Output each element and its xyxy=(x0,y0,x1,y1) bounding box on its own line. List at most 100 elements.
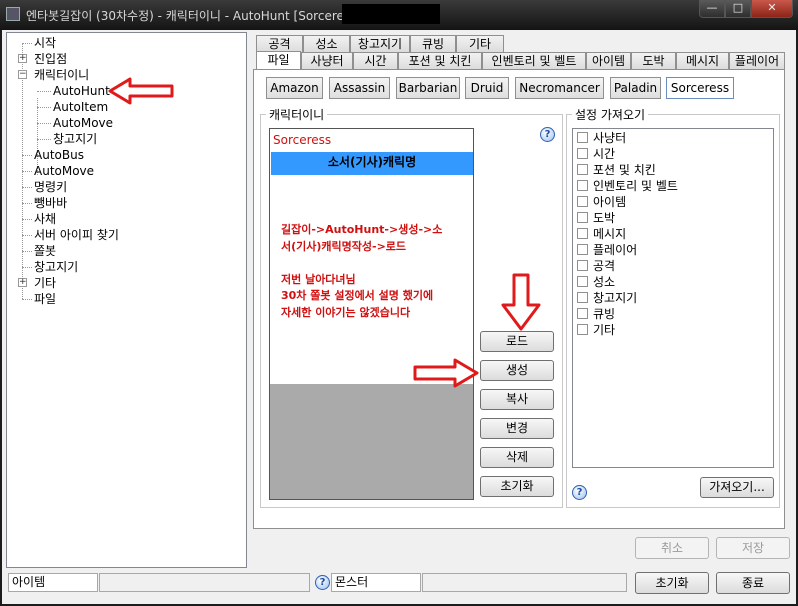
help-icon[interactable]: ? xyxy=(540,127,555,142)
copy-button[interactable]: 복사 xyxy=(480,389,554,410)
setting-option[interactable]: 성소 xyxy=(577,274,615,290)
tree-item-stash-keeper[interactable]: 창고지기 xyxy=(53,132,97,147)
tree-item-autobus[interactable]: AutoBus xyxy=(34,148,84,163)
checkbox[interactable] xyxy=(577,228,588,239)
tree-item-automove-root[interactable]: AutoMove xyxy=(34,164,94,179)
tree-item-follower-bot[interactable]: 쫄봇 xyxy=(34,244,56,259)
setting-option[interactable]: 메시지 xyxy=(577,226,626,242)
setting-option[interactable]: 인벤토리 및 벨트 xyxy=(577,178,678,194)
reset-button[interactable]: 초기화 xyxy=(635,572,709,594)
checkbox[interactable] xyxy=(577,148,588,159)
minimize-button[interactable]: — xyxy=(699,0,725,18)
checkbox[interactable] xyxy=(577,132,588,143)
subtab-druid[interactable]: Druid xyxy=(465,77,509,99)
tab-etc[interactable]: 기타 xyxy=(456,35,504,52)
subtab-sorceress[interactable]: Sorceress xyxy=(666,77,734,99)
expand-toggle-icon[interactable]: + xyxy=(18,278,27,287)
checkbox[interactable] xyxy=(577,324,588,335)
checkbox[interactable] xyxy=(577,308,588,319)
import-button[interactable]: 가져오기... xyxy=(700,477,774,498)
tab-hunting-ground[interactable]: 사냥터 xyxy=(301,52,353,69)
annotation-note-line: 길잡이->AutoHunt->생성->소 xyxy=(281,223,443,236)
setting-option[interactable]: 사냥터 xyxy=(577,130,626,146)
checkbox-label: 시간 xyxy=(593,147,616,161)
setting-option[interactable]: 아이템 xyxy=(577,194,626,210)
setting-option[interactable]: 도박 xyxy=(577,210,615,226)
tree-item-autohunt[interactable]: AutoHunt xyxy=(53,84,110,99)
subtab-amazon[interactable]: Amazon xyxy=(266,77,323,99)
checkbox[interactable] xyxy=(577,244,588,255)
tab-player[interactable]: 플레이어 xyxy=(729,52,785,69)
setting-option[interactable]: 포션 및 치킨 xyxy=(577,162,656,178)
reset-ini-button[interactable]: 초기화 xyxy=(480,476,554,497)
nav-tree[interactable]: + − + 시작 진입점 캐릭터이니 AutoHunt AutoItem Aut… xyxy=(6,32,247,568)
rename-button[interactable]: 변경 xyxy=(480,418,554,439)
tree-item-baal-run[interactable]: 뺑바바 xyxy=(34,196,67,211)
tab-file[interactable]: 파일 xyxy=(256,51,301,70)
delete-button[interactable]: 삭제 xyxy=(480,447,554,468)
subtab-barbarian[interactable]: Barbarian xyxy=(396,77,460,99)
checkbox[interactable] xyxy=(577,196,588,207)
tab-inventory-belt[interactable]: 인벤토리 및 벨트 xyxy=(482,52,586,69)
char-ini-group-title: 캐릭터이니 xyxy=(266,106,328,123)
checkbox[interactable] xyxy=(577,260,588,271)
checkbox[interactable] xyxy=(577,180,588,191)
tab-potion-chicken[interactable]: 포션 및 치킨 xyxy=(398,52,482,69)
tree-item-entry[interactable]: 진입점 xyxy=(34,52,67,67)
tab-gamble[interactable]: 도박 xyxy=(631,52,676,69)
arrow-right-icon xyxy=(413,358,479,388)
checkbox[interactable] xyxy=(577,212,588,223)
list-item-selected[interactable]: 소서(기사)캐릭명 xyxy=(271,152,473,175)
collapse-toggle-icon[interactable]: − xyxy=(18,70,27,79)
tree-item-stash-root[interactable]: 창고지기 xyxy=(34,260,78,275)
tree-item-autoitem[interactable]: AutoItem xyxy=(53,100,108,115)
tab-cubing[interactable]: 큐빙 xyxy=(410,35,456,52)
tree-item-server-ip[interactable]: 서버 아이피 찾기 xyxy=(34,228,119,243)
subtab-assassin[interactable]: Assassin xyxy=(329,77,390,99)
tree-item-start[interactable]: 시작 xyxy=(34,36,56,51)
setting-option[interactable]: 기타 xyxy=(577,322,615,338)
expand-toggle-icon[interactable]: + xyxy=(18,54,27,63)
help-icon[interactable]: ? xyxy=(572,485,587,500)
tree-connector xyxy=(22,187,32,188)
setting-option[interactable]: 공격 xyxy=(577,258,615,274)
save-button[interactable]: 저장 xyxy=(716,537,790,559)
setting-option[interactable]: 시간 xyxy=(577,146,615,162)
list-empty-area xyxy=(270,384,473,499)
subtab-necromancer[interactable]: Necromancer xyxy=(515,77,604,99)
settings-import-group-title: 설정 가져오기 xyxy=(572,106,649,123)
checkbox[interactable] xyxy=(577,164,588,175)
tree-item-etc[interactable]: 기타 xyxy=(34,276,56,291)
tree-item-automove[interactable]: AutoMove xyxy=(53,116,113,131)
help-icon[interactable]: ? xyxy=(315,575,330,590)
cancel-button[interactable]: 취소 xyxy=(635,537,709,559)
char-ini-list[interactable]: Sorceress 소서(기사)캐릭명 길잡이->AutoHunt->생성->소… xyxy=(269,128,474,500)
setting-option[interactable]: 플레이어 xyxy=(577,242,637,258)
tree-item-char-ini[interactable]: 캐릭터이니 xyxy=(34,68,89,83)
tab-stash-keeper[interactable]: 창고지기 xyxy=(350,35,410,52)
maximize-button[interactable]: □ xyxy=(725,0,751,18)
tree-connector xyxy=(37,139,51,140)
subtab-paladin[interactable]: Paladin xyxy=(610,77,661,99)
tab-message[interactable]: 메시지 xyxy=(676,52,729,69)
tree-connector xyxy=(37,107,51,108)
close-button[interactable]: ✕ xyxy=(751,0,793,18)
checkbox[interactable] xyxy=(577,292,588,303)
settings-checklist[interactable]: 사냥터 시간 포션 및 치킨 인벤토리 및 벨트 아이템 도박 메시지 플레이어… xyxy=(572,128,774,468)
tab-attack[interactable]: 공격 xyxy=(256,35,303,52)
tab-item[interactable]: 아이템 xyxy=(586,52,631,69)
tree-connector xyxy=(22,203,32,204)
checkbox[interactable] xyxy=(577,276,588,287)
create-button[interactable]: 생성 xyxy=(480,360,554,381)
exit-button[interactable]: 종료 xyxy=(716,572,790,594)
tree-item-command-key[interactable]: 명령키 xyxy=(34,180,67,195)
tab-time[interactable]: 시간 xyxy=(353,52,398,69)
tab-sanctuary[interactable]: 성소 xyxy=(303,35,350,52)
tree-item-file[interactable]: 파일 xyxy=(34,292,56,307)
tree-item-loan[interactable]: 사채 xyxy=(34,212,56,227)
title-bar[interactable]: 엔타봇길잡이 (30차수정) - 캐릭터이니 - AutoHunt [Sorce… xyxy=(0,0,798,30)
setting-option[interactable]: 창고지기 xyxy=(577,290,637,306)
setting-option[interactable]: 큐빙 xyxy=(577,306,615,322)
tree-connector xyxy=(22,235,32,236)
load-button[interactable]: 로드 xyxy=(480,331,554,352)
